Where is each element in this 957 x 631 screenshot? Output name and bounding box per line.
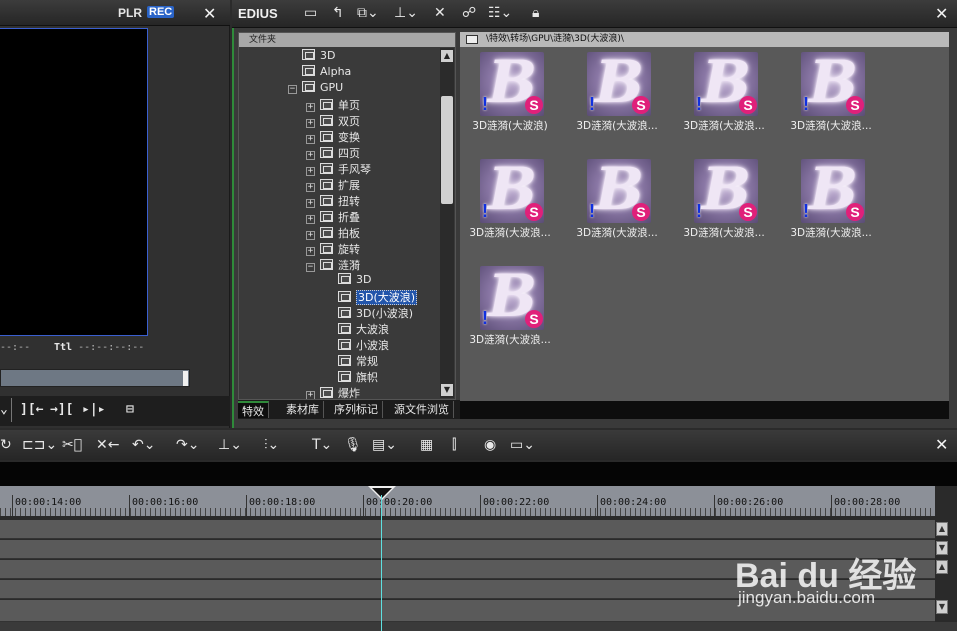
ruler-label: 00:00:16:00 bbox=[132, 497, 199, 508]
baidu-watermark-url: jingyan.baidu.com bbox=[738, 588, 876, 607]
scroll-up-icon[interactable]: ▲ bbox=[936, 560, 948, 574]
ruler-major-tick bbox=[597, 495, 598, 516]
scroll-down-icon[interactable]: ▼ bbox=[936, 600, 948, 614]
scroll-down-icon[interactable]: ▼ bbox=[936, 541, 948, 555]
ruler-major-tick bbox=[714, 495, 715, 516]
timeline-cursor-head-inner bbox=[372, 488, 392, 498]
ruler-major-tick bbox=[12, 495, 13, 516]
track-row[interactable] bbox=[0, 520, 935, 539]
ruler-major-tick bbox=[480, 495, 481, 516]
ruler-label: 00:00:14:00 bbox=[15, 497, 82, 508]
bin-close-icon[interactable]: ✕ bbox=[935, 6, 948, 22]
ruler-major-tick bbox=[831, 495, 832, 516]
ruler-major-tick bbox=[129, 495, 130, 516]
ruler-label: 00:00:24:00 bbox=[600, 497, 667, 508]
scroll-up-icon[interactable]: ▲ bbox=[936, 522, 948, 536]
ruler-label: 00:00:28:00 bbox=[834, 497, 901, 508]
ruler-label: 00:00:22:00 bbox=[483, 497, 550, 508]
ruler-major-tick bbox=[246, 495, 247, 516]
ruler-major-tick bbox=[363, 495, 364, 516]
timeline-cursor-line[interactable] bbox=[381, 495, 382, 631]
ruler-labels: 00:00:14:00 00:00:16:00 00:00:18:00 00:00:2… bbox=[0, 0, 935, 520]
ruler-label: 00:00:26:00 bbox=[717, 497, 784, 508]
timeline-bottom-bar bbox=[0, 622, 957, 631]
timeline-close-icon[interactable]: ✕ bbox=[935, 437, 948, 453]
ruler-label: 00:00:18:00 bbox=[249, 497, 316, 508]
